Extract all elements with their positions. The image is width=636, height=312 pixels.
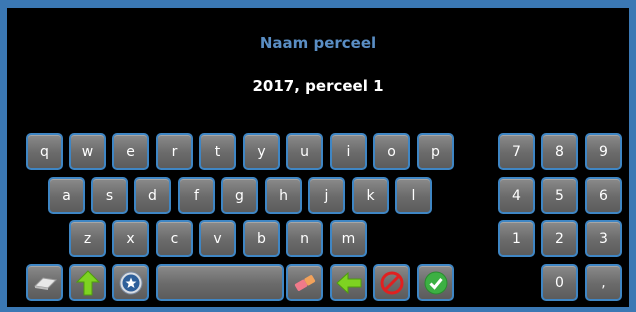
key-z[interactable]: z xyxy=(69,220,106,257)
key-l[interactable]: l xyxy=(395,177,432,214)
key-6[interactable]: 6 xyxy=(585,177,622,214)
key-m[interactable]: m xyxy=(330,220,367,257)
shift-button[interactable] xyxy=(69,264,106,301)
clear-eraser-icon xyxy=(294,274,315,291)
key-8[interactable]: 8 xyxy=(541,133,578,170)
key-q[interactable]: q xyxy=(26,133,63,170)
key-1[interactable]: 1 xyxy=(498,220,535,257)
space-button[interactable] xyxy=(156,264,284,301)
input-value[interactable]: 2017, perceel 1 xyxy=(7,77,629,95)
keyboard-dialog: Naam perceel 2017, perceel 1 q w e r t y… xyxy=(7,8,629,307)
key-t[interactable]: t xyxy=(199,133,236,170)
key-4[interactable]: 4 xyxy=(498,177,535,214)
key-e[interactable]: e xyxy=(112,133,149,170)
key-3[interactable]: 3 xyxy=(585,220,622,257)
key-o[interactable]: o xyxy=(373,133,410,170)
key-k[interactable]: k xyxy=(352,177,389,214)
clear-button[interactable] xyxy=(286,264,323,301)
eraser-button[interactable] xyxy=(26,264,63,301)
shift-up-arrow-icon xyxy=(75,269,100,295)
confirm-button[interactable] xyxy=(417,264,454,301)
key-s[interactable]: s xyxy=(91,177,128,214)
key-r[interactable]: r xyxy=(156,133,193,170)
left-arrow-icon xyxy=(335,271,361,294)
cancel-icon xyxy=(380,271,403,294)
dialog-title: Naam perceel xyxy=(259,34,377,52)
key-2[interactable]: 2 xyxy=(541,220,578,257)
key-u[interactable]: u xyxy=(286,133,323,170)
key-f[interactable]: f xyxy=(178,177,215,214)
key-j[interactable]: j xyxy=(308,177,345,214)
backspace-button[interactable] xyxy=(330,264,367,301)
key-b[interactable]: b xyxy=(243,220,280,257)
key-v[interactable]: v xyxy=(199,220,236,257)
key-7[interactable]: 7 xyxy=(498,133,535,170)
key-d[interactable]: d xyxy=(134,177,171,214)
key-g[interactable]: g xyxy=(221,177,258,214)
confirm-check-icon xyxy=(424,271,447,294)
key-x[interactable]: x xyxy=(112,220,149,257)
key-h[interactable]: h xyxy=(265,177,302,214)
key-y[interactable]: y xyxy=(243,133,280,170)
cancel-button[interactable] xyxy=(373,264,410,301)
key-comma[interactable]: , xyxy=(585,264,622,301)
star-circle-icon xyxy=(119,271,142,294)
key-p[interactable]: p xyxy=(417,133,454,170)
symbols-button[interactable] xyxy=(112,264,149,301)
key-i[interactable]: i xyxy=(330,133,367,170)
key-c[interactable]: c xyxy=(156,220,193,257)
key-5[interactable]: 5 xyxy=(541,177,578,214)
key-a[interactable]: a xyxy=(48,177,85,214)
key-n[interactable]: n xyxy=(286,220,323,257)
eraser-icon xyxy=(33,276,57,290)
key-w[interactable]: w xyxy=(69,133,106,170)
key-0[interactable]: 0 xyxy=(541,264,578,301)
key-9[interactable]: 9 xyxy=(585,133,622,170)
